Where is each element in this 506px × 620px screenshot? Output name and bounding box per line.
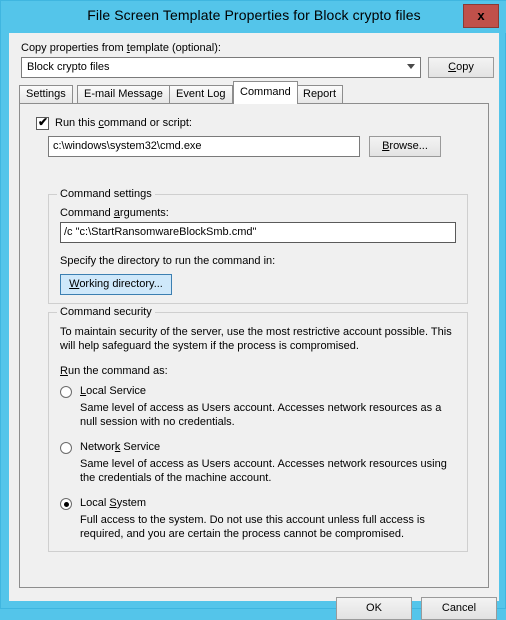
template-dropdown[interactable]: Block crypto files: [21, 57, 421, 78]
command-arguments-value: /c "c:\StartRansomwareBlockSmb.cmd": [64, 226, 257, 238]
tab-settings[interactable]: Settings: [19, 85, 73, 103]
copy-properties-label: Copy properties from template (optional)…: [21, 42, 221, 54]
radio-desc-local-service: Same level of access as Users account. A…: [80, 402, 442, 428]
tab-command[interactable]: Command: [233, 81, 298, 104]
command-settings-group: Command settings Command arguments: /c "…: [48, 188, 468, 304]
title-bar: File Screen Template Properties for Bloc…: [1, 1, 506, 33]
copy-button[interactable]: Copy: [428, 57, 494, 78]
window-title: File Screen Template Properties for Bloc…: [87, 7, 421, 23]
command-path-value: c:\windows\system32\cmd.exe: [53, 140, 202, 152]
dialog-client-area: Copy properties from template (optional)…: [9, 33, 499, 620]
close-icon[interactable]: x: [463, 4, 499, 28]
command-arguments-input[interactable]: /c "c:\StartRansomwareBlockSmb.cmd": [60, 222, 456, 243]
command-path-input[interactable]: c:\windows\system32\cmd.exe: [48, 136, 360, 157]
tab-event-log[interactable]: Event Log: [169, 85, 233, 103]
tab-email-message[interactable]: E-mail Message: [77, 85, 170, 103]
template-dropdown-value: Block crypto files: [27, 61, 110, 73]
command-security-group-title: Command security: [57, 306, 155, 318]
browse-button[interactable]: Browse...: [369, 136, 441, 157]
working-directory-label: Specify the directory to run the command…: [60, 255, 276, 267]
radio-local-service[interactable]: [60, 386, 72, 398]
radio-label-local-service[interactable]: Local Service: [80, 385, 146, 397]
command-tab-panel: ✔ Run this command or script: c:\windows…: [19, 103, 489, 588]
command-arguments-label: Command arguments:: [60, 207, 169, 219]
run-command-checkbox[interactable]: ✔: [36, 115, 49, 130]
tab-strip: Settings E-mail Message Event Log Comman…: [19, 81, 489, 104]
checkmark-icon: ✔: [38, 115, 49, 129]
command-security-group: Command security To maintain security of…: [48, 306, 468, 552]
radio-local-system[interactable]: [60, 498, 72, 510]
working-directory-button[interactable]: Working directory...: [60, 274, 172, 295]
radio-network-service[interactable]: [60, 442, 72, 454]
chevron-down-icon: [407, 64, 415, 69]
run-as-label: Run the command as:: [60, 365, 168, 377]
radio-label-network-service[interactable]: Network Service: [80, 441, 160, 453]
security-intro-text: To maintain security of the server, use …: [60, 326, 452, 352]
radio-label-local-system[interactable]: Local System: [80, 497, 146, 509]
radio-desc-network-service: Same level of access as Users account. A…: [80, 458, 447, 484]
tab-report[interactable]: Report: [296, 85, 344, 103]
radio-desc-local-system: Full access to the system. Do not use th…: [80, 514, 425, 540]
command-settings-group-title: Command settings: [57, 188, 155, 200]
run-command-label: Run this command or script:: [55, 117, 192, 129]
dialog-window: File Screen Template Properties for Bloc…: [0, 0, 506, 620]
